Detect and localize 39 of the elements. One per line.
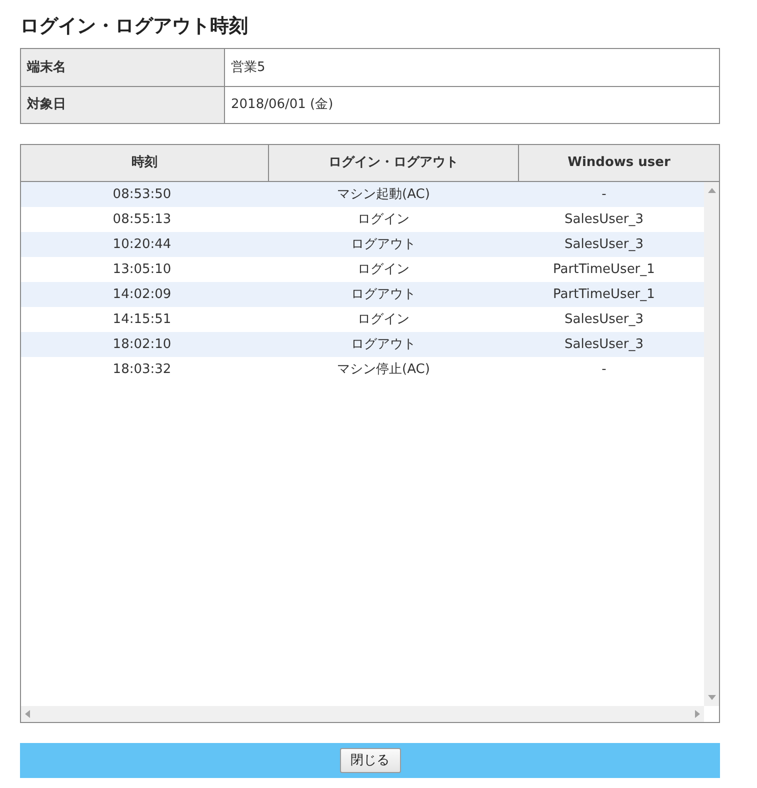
horizontal-scrollbar[interactable] <box>21 706 704 722</box>
table-cell-text: 10:20:44 <box>112 236 172 254</box>
table-cell-text: マシン停止(AC) <box>336 360 431 379</box>
table-cell-text: ログアウト <box>350 336 417 354</box>
table-cell-text: ログイン <box>356 210 410 229</box>
table-cell-text: PartTimeUser_1 <box>552 286 656 304</box>
table-cell-text: 08:55:13 <box>112 210 172 229</box>
column-header: ログイン・ログアウト <box>269 145 519 181</box>
table-cell-text: ログアウト <box>350 236 417 254</box>
table-cell-text: 13:05:10 <box>112 260 172 279</box>
info-value: 2018/06/01 (金) <box>230 96 334 114</box>
info-value: 営業5 <box>230 58 266 77</box>
scroll-up-icon[interactable] <box>708 188 716 193</box>
table-cell-text: PartTimeUser_1 <box>552 260 656 279</box>
scroll-down-icon[interactable] <box>708 695 716 700</box>
scroll-left-icon[interactable] <box>25 710 30 718</box>
table-cell-text: ログイン <box>356 310 410 329</box>
table-cell-text: ログアウト <box>350 286 417 304</box>
scroll-right-icon[interactable] <box>695 710 700 718</box>
page-title: ログイン・ログアウト時刻 <box>20 14 249 39</box>
info-label: 対象日 <box>21 87 225 123</box>
table-cell-text: - <box>600 186 608 204</box>
close-button[interactable]: 閉じる <box>340 748 400 773</box>
table-cell-text: SalesUser_3 <box>563 210 644 229</box>
table-cell-text: SalesUser_3 <box>563 236 644 254</box>
info-label: 端末名 <box>21 49 225 86</box>
vertical-scrollbar[interactable] <box>704 182 719 706</box>
column-header: 時刻 <box>21 145 269 181</box>
table-cell-text: 18:02:10 <box>112 336 172 354</box>
table-cell-text: マシン起動(AC) <box>336 186 431 204</box>
column-header: Windows user <box>566 154 672 172</box>
table-cell-text: - <box>600 360 608 379</box>
table-cell-text: SalesUser_3 <box>563 310 644 329</box>
table-cell-text: 18:03:32 <box>112 360 172 379</box>
table-cell-text: 14:15:51 <box>112 310 172 329</box>
table-cell-text: SalesUser_3 <box>563 336 644 354</box>
table-cell-text: ログイン <box>356 260 410 279</box>
table-cell-text: 08:53:50 <box>112 186 172 204</box>
table-cell-text: 14:02:09 <box>112 286 172 304</box>
